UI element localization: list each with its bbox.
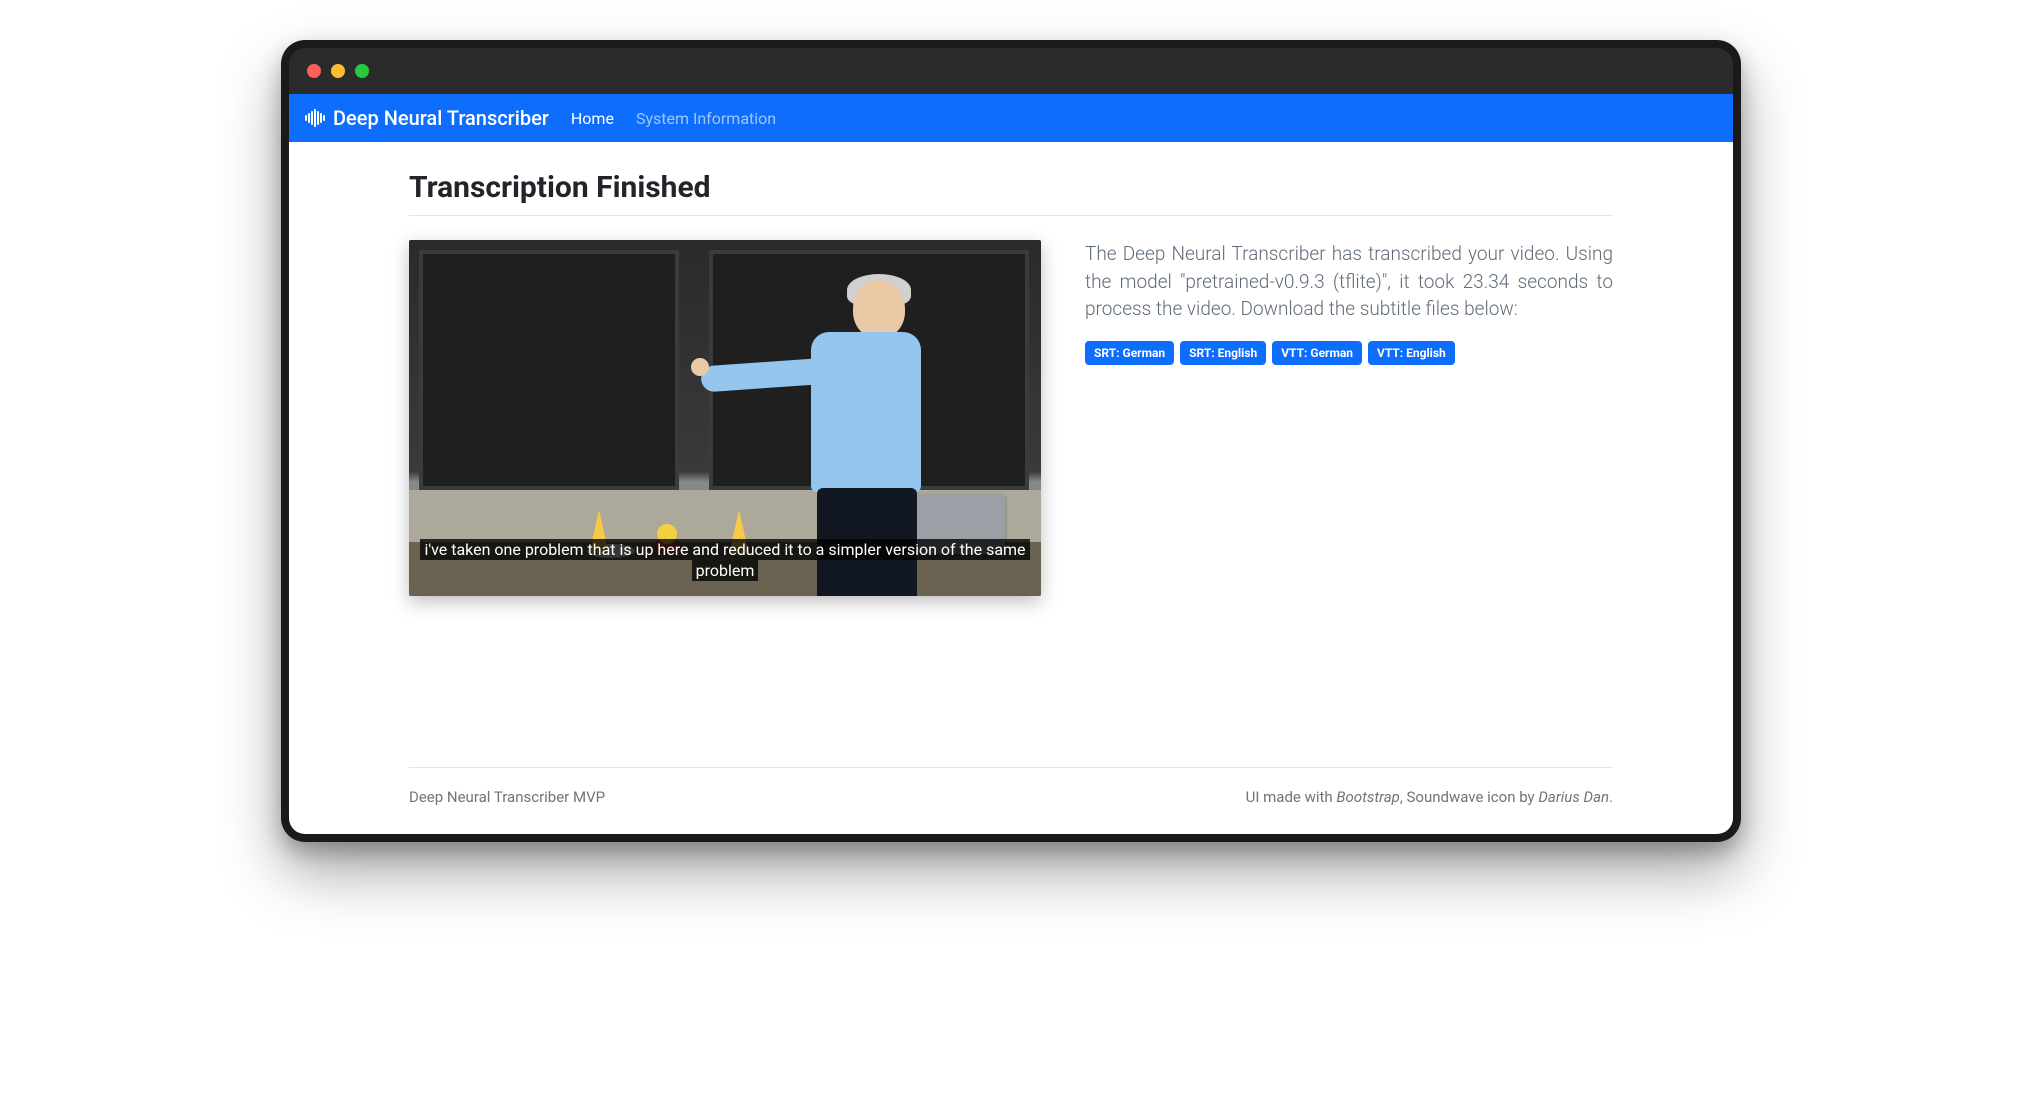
info-column: The Deep Neural Transcriber has transcri…: [1085, 240, 1613, 365]
soundwave-icon: [305, 109, 325, 127]
presenter-graphic: [751, 280, 931, 580]
device-frame: Deep Neural Transcriber Home System Info…: [281, 40, 1741, 842]
brand-label: Deep Neural Transcriber: [333, 106, 549, 130]
footer-left: Deep Neural Transcriber MVP: [409, 788, 605, 806]
nav-home[interactable]: Home: [571, 109, 614, 128]
download-srt-english[interactable]: SRT: English: [1180, 341, 1266, 365]
download-vtt-german[interactable]: VTT: German: [1272, 341, 1362, 365]
description-text: The Deep Neural Transcriber has transcri…: [1085, 240, 1613, 323]
navbar: Deep Neural Transcriber Home System Info…: [289, 94, 1733, 142]
chalkboard-graphic: [419, 250, 679, 490]
brand[interactable]: Deep Neural Transcriber: [305, 106, 549, 130]
nav-system-information[interactable]: System Information: [636, 109, 776, 128]
window-close-button[interactable]: [307, 64, 321, 78]
window-maximize-button[interactable]: [355, 64, 369, 78]
main-row: i've taken one problem that is up here a…: [409, 240, 1613, 596]
app-body: Deep Neural Transcriber Home System Info…: [289, 94, 1733, 834]
download-srt-german[interactable]: SRT: German: [1085, 341, 1174, 365]
video-caption: i've taken one problem that is up here a…: [417, 539, 1033, 582]
footer-text: , Soundwave icon by: [1400, 788, 1539, 806]
footer: Deep Neural Transcriber MVP UI made with…: [409, 767, 1613, 834]
footer-dariusdan-link[interactable]: Darius Dan: [1538, 788, 1609, 806]
download-badges: SRT: German SRT: English VTT: German VTT…: [1085, 341, 1613, 365]
footer-text: .: [1609, 788, 1613, 806]
download-vtt-english[interactable]: VTT: English: [1368, 341, 1455, 365]
caption-text: i've taken one problem that is up here a…: [420, 539, 1029, 582]
footer-text: UI made with: [1246, 788, 1337, 806]
video-player[interactable]: i've taken one problem that is up here a…: [409, 240, 1041, 596]
window-minimize-button[interactable]: [331, 64, 345, 78]
window-titlebar: [289, 48, 1733, 94]
footer-right: UI made with Bootstrap, Soundwave icon b…: [1246, 788, 1613, 806]
content: Transcription Finished: [289, 142, 1733, 657]
divider: [409, 215, 1613, 216]
page-title: Transcription Finished: [409, 170, 1613, 205]
footer-bootstrap-link[interactable]: Bootstrap: [1336, 788, 1399, 806]
video-column: i've taken one problem that is up here a…: [409, 240, 1041, 596]
